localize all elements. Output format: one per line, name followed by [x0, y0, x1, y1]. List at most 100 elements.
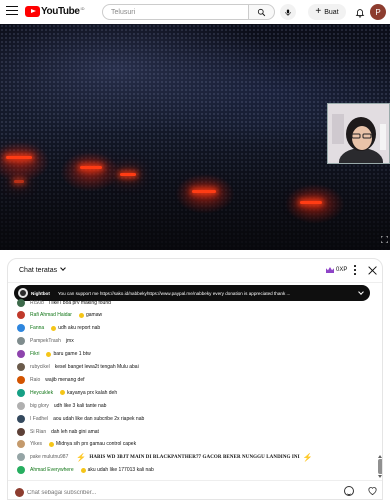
chat-message[interactable]: Raio wajib menang def [17, 374, 373, 385]
message-author[interactable]: Raio [30, 377, 40, 383]
channel-points[interactable]: 0XP [326, 267, 347, 273]
message-author[interactable]: PampekTrash [30, 338, 61, 344]
message-text: jmx [65, 338, 74, 345]
message-text: kesel banget lewa2t tengah Mulu abai [54, 364, 139, 370]
author-avatar[interactable] [17, 324, 25, 333]
message-author[interactable]: Heycuklek [30, 390, 53, 396]
stage-light [300, 201, 322, 204]
message-text: aou udah like dan subcribe 2x riapek nab [53, 415, 145, 422]
search-icon [257, 8, 266, 16]
author-avatar[interactable] [17, 440, 25, 449]
region-code: ID [80, 6, 85, 11]
message-author[interactable]: Si Rian [30, 429, 46, 435]
video-player[interactable] [0, 24, 390, 250]
points-value: 0XP [336, 267, 348, 273]
chat-message-list[interactable]: RIS0b i like i boa prv making found Rafi A… [8, 297, 382, 480]
more-vert-icon[interactable] [352, 264, 358, 276]
lightning-icon: ⚡ [302, 452, 313, 462]
scroll-up-icon[interactable] [378, 455, 382, 458]
search-input[interactable]: Telusuri [102, 4, 249, 20]
author-avatar[interactable] [17, 375, 25, 384]
streamer-webcam [327, 103, 390, 164]
chat-message[interactable]: I Fadhel aou udah like dan subcribe 2x ri… [17, 413, 373, 424]
emoji-icon [51, 325, 57, 331]
search-placeholder: Telusuri [111, 8, 136, 16]
message-author[interactable]: Fikri [30, 351, 39, 357]
message-author[interactable]: big glory [30, 403, 49, 409]
play-logo-icon [25, 6, 40, 17]
author-avatar[interactable] [17, 337, 25, 346]
heart-icon[interactable] [367, 485, 378, 496]
chat-message[interactable]: Fikri baru game 1 btw [17, 349, 373, 360]
chat-message[interactable]: Fanna udh aku report nab [17, 323, 373, 334]
author-avatar[interactable] [17, 311, 25, 320]
chat-message[interactable]: Heycuklek kayanya prx kalah deh [17, 387, 373, 398]
author-avatar[interactable] [17, 414, 25, 423]
live-chat-panel: Chat teratas 0XP Nightbot You can suppor… [7, 258, 383, 500]
fullscreen-icon[interactable] [381, 236, 388, 243]
message-author[interactable]: Ahmad Everywhere [30, 467, 74, 473]
message-author[interactable]: rubycikel [30, 364, 50, 370]
author-avatar[interactable] [17, 453, 25, 462]
message-author[interactable]: pake mulutnu987 [30, 454, 68, 460]
emoji-icon[interactable] [344, 486, 354, 496]
account-avatar[interactable]: P [370, 4, 386, 20]
stage-light [14, 180, 24, 183]
stage-light [6, 156, 32, 159]
author-avatar[interactable] [17, 350, 25, 359]
message-text: baru game 1 btw [53, 351, 91, 358]
stage-light-glow [175, 174, 235, 214]
scroll-down-icon[interactable] [378, 475, 382, 478]
pinned-author: Nightbot [31, 290, 50, 296]
chat-mode-dropdown[interactable]: Chat teratas [19, 265, 66, 274]
stage-light-glow [285, 184, 345, 224]
message-author[interactable]: Yikes [30, 441, 42, 447]
chat-message[interactable]: Yikes Midnya sih prx gamau control capek [17, 439, 373, 450]
chat-input-bar [8, 480, 382, 499]
message-text: gamaw [85, 312, 103, 319]
crown-icon [326, 267, 334, 273]
message-author[interactable]: Rafi Ahmad Haidar [30, 312, 72, 318]
message-text: aku udah like 177013 kali nab [87, 467, 154, 474]
chat-message[interactable]: big glory udh like 3 kali tante nab [17, 400, 373, 411]
author-avatar[interactable] [17, 466, 25, 475]
youtube-logo[interactable]: YouTube ID [25, 6, 85, 17]
chat-message[interactable]: Si Rian dah leh nab gini amat [17, 426, 373, 437]
chat-message[interactable]: Ahmad Everywhere aku udah like 177013 kal… [17, 465, 373, 476]
author-avatar[interactable] [17, 363, 25, 371]
chat-message[interactable]: pake mulutnu987 ⚡ HABIS WD 3BJT MAIN DI BL… [17, 452, 373, 463]
chat-input[interactable] [27, 487, 273, 498]
logo-text: YouTube [41, 6, 80, 17]
author-avatar[interactable] [17, 401, 25, 410]
message-text: i like i boa prv making found [48, 299, 111, 306]
chat-scrollbar-thumb[interactable] [378, 459, 382, 474]
notifications-button[interactable] [354, 6, 366, 18]
emoji-icon [78, 312, 84, 318]
mic-icon [285, 9, 291, 16]
chevron-down-icon[interactable] [358, 289, 364, 295]
message-author[interactable]: Fanna [30, 325, 44, 331]
stage-light-glow [60, 152, 120, 192]
close-icon[interactable] [368, 266, 377, 275]
chat-message[interactable]: Rafi Ahmad Haidar gamaw [17, 310, 373, 321]
author-avatar[interactable] [17, 427, 25, 436]
author-avatar[interactable] [17, 298, 25, 307]
chat-message[interactable]: PampekTrash jmx [17, 336, 373, 347]
create-button[interactable]: + Buat [308, 4, 346, 20]
lightning-icon: ⚡ [76, 452, 87, 462]
chat-message[interactable]: rubycikel kesel banget lewa2t tengah Mulu… [17, 362, 373, 373]
chevron-down-icon [60, 265, 66, 271]
search-button[interactable] [248, 4, 275, 20]
message-text: Midnya sih prx gamau control capek [56, 441, 137, 448]
author-avatar[interactable] [17, 388, 25, 397]
bell-icon [355, 8, 365, 18]
emoji-icon [80, 467, 86, 473]
message-text: udh like 3 kali tante nab [53, 402, 107, 409]
voice-search-button[interactable] [280, 4, 296, 20]
stage-light [192, 190, 216, 193]
chat-message[interactable]: RIS0b i like i boa prv making found [17, 297, 373, 308]
chat-header: Chat teratas 0XP [8, 259, 382, 283]
message-author[interactable]: RIS0b [30, 300, 44, 306]
hamburger-icon[interactable] [6, 6, 18, 18]
message-author[interactable]: I Fadhel [30, 416, 48, 422]
